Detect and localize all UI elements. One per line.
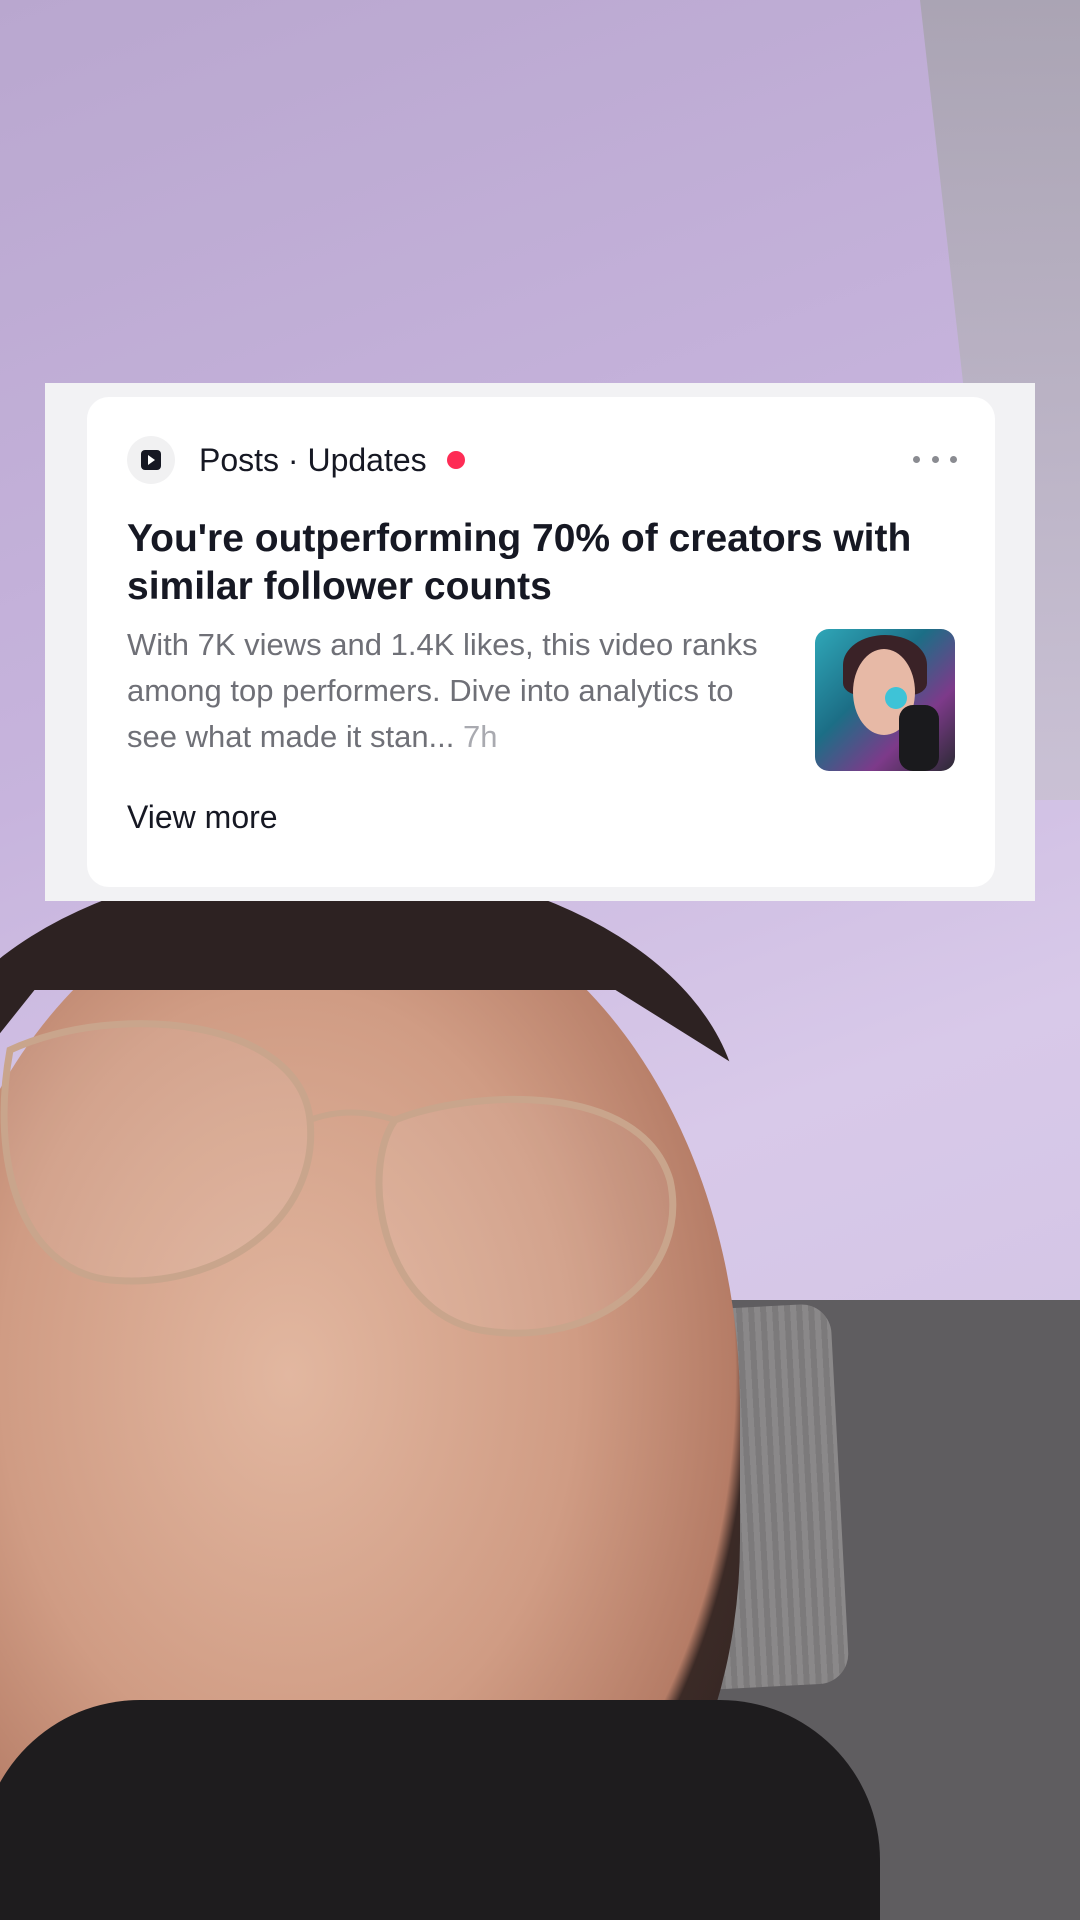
app-icon [127,436,175,484]
eyeglasses [0,1020,677,1337]
notification-header: Posts · Updates [127,435,957,485]
video-background [0,0,1080,1920]
notification-time: 7h [463,719,498,754]
play-square-icon [141,450,161,470]
notification-category: Posts · Updates [199,441,427,478]
notification-body-text: With 7K views and 1.4K likes, this video… [127,627,758,754]
notification-card[interactable]: Posts · Updates You're outperforming 70%… [87,397,995,887]
notification-title: You're outperforming 70% of creators wit… [127,517,912,608]
thumbnail-microphone [899,705,939,771]
person-shirt [0,1700,880,1920]
unread-dot [446,451,465,469]
thumbnail-face-paint [885,687,907,709]
notification-body: With 7K views and 1.4K likes, this video… [127,622,767,760]
view-more-link[interactable]: View more [127,799,278,836]
more-options-icon[interactable] [913,447,957,471]
video-thumbnail[interactable] [815,629,955,771]
